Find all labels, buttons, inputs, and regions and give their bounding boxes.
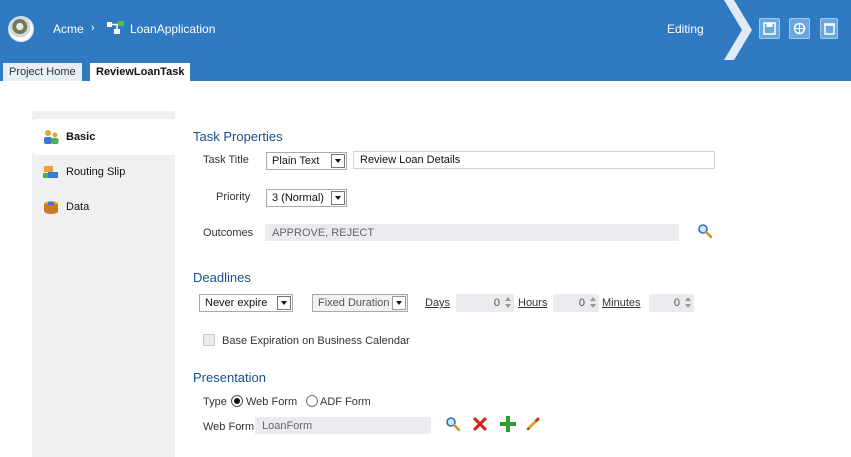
deploy-button[interactable] [789, 18, 810, 39]
search-icon[interactable] [445, 416, 461, 432]
mode-chevron-icon [724, 0, 752, 60]
hours-spinner: 0 [553, 294, 599, 312]
breadcrumb-separator: › [91, 22, 95, 34]
presentation-title: Presentation [193, 370, 266, 385]
outcomes-label: Outcomes [203, 227, 254, 239]
nav-label-routing-slip: Routing Slip [66, 166, 126, 178]
add-icon[interactable] [500, 416, 516, 432]
priority-label: Priority [216, 191, 251, 203]
trash-icon [824, 23, 835, 35]
tab-project-home[interactable]: Project Home [3, 63, 82, 81]
duration-value: Fixed Duration [318, 297, 390, 309]
application-icon [107, 21, 124, 34]
radio-web-form[interactable] [231, 395, 243, 407]
app-logo-icon [8, 16, 34, 42]
spinner-arrows-icon [590, 296, 597, 310]
search-icon[interactable] [697, 223, 713, 239]
chevron-down-icon [277, 296, 291, 310]
minutes-spinner: 0 [649, 294, 694, 312]
radio-adf-form[interactable] [306, 395, 318, 407]
hours-value: 0 [578, 297, 585, 309]
days-spinner: 0 [456, 294, 514, 312]
business-calendar-label: Base Expiration on Business Calendar [222, 335, 410, 347]
duration-select: Fixed Duration [312, 294, 408, 312]
chevron-down-icon [392, 296, 406, 310]
hours-label: Hours [518, 297, 548, 309]
business-calendar-checkbox [203, 334, 215, 346]
days-value: 0 [493, 297, 500, 309]
nav-label-basic: Basic [66, 131, 96, 143]
expire-select[interactable]: Never expire [199, 294, 293, 312]
breadcrumb-app[interactable]: LoanApplication [130, 22, 215, 36]
routing-icon [43, 166, 58, 178]
priority-select[interactable]: 3 (Normal) [266, 189, 347, 207]
edit-pencil-icon[interactable] [525, 416, 541, 432]
task-title-input[interactable]: Review Loan Details [353, 151, 715, 169]
breadcrumb-root[interactable]: Acme [53, 22, 84, 36]
webform-field: LoanForm [255, 417, 431, 434]
chevron-down-icon [331, 154, 345, 168]
radio-web-form-label: Web Form [246, 396, 298, 408]
task-title-type-select[interactable]: Plain Text [266, 152, 347, 170]
nav-item-basic[interactable]: Basic [32, 119, 175, 155]
save-button[interactable] [759, 18, 780, 39]
spinner-arrows-icon [505, 296, 512, 310]
task-properties-title: Task Properties [193, 129, 283, 144]
outcomes-field: APPROVE, REJECT [265, 224, 679, 241]
minutes-value: 0 [673, 297, 680, 309]
radio-adf-form-label: ADF Form [320, 396, 371, 408]
spinner-arrows-icon [685, 296, 692, 310]
type-label: Type [203, 396, 227, 408]
people-icon [44, 130, 59, 144]
chevron-down-icon [331, 191, 345, 205]
minutes-label: Minutes [602, 297, 641, 309]
left-nav: Basic Routing Slip Data [32, 111, 175, 457]
deadlines-title: Deadlines [193, 270, 251, 285]
data-icon [44, 201, 58, 214]
tab-review-loan-task[interactable]: ReviewLoanTask [90, 63, 191, 81]
nav-item-routing-slip[interactable]: Routing Slip [32, 155, 175, 191]
task-title-label: Task Title [203, 154, 249, 166]
task-title-type-value: Plain Text [272, 155, 320, 167]
priority-value: 3 (Normal) [272, 192, 324, 204]
deploy-icon [793, 22, 806, 35]
days-label: Days [425, 297, 451, 309]
webform-label: Web Form [203, 421, 255, 433]
nav-item-data[interactable]: Data [32, 191, 175, 227]
delete-button[interactable] [820, 18, 838, 39]
save-icon [763, 22, 776, 35]
expire-value: Never expire [205, 297, 268, 309]
mode-label: Editing [667, 22, 704, 36]
nav-label-data: Data [66, 201, 90, 213]
delete-icon[interactable] [472, 416, 488, 432]
